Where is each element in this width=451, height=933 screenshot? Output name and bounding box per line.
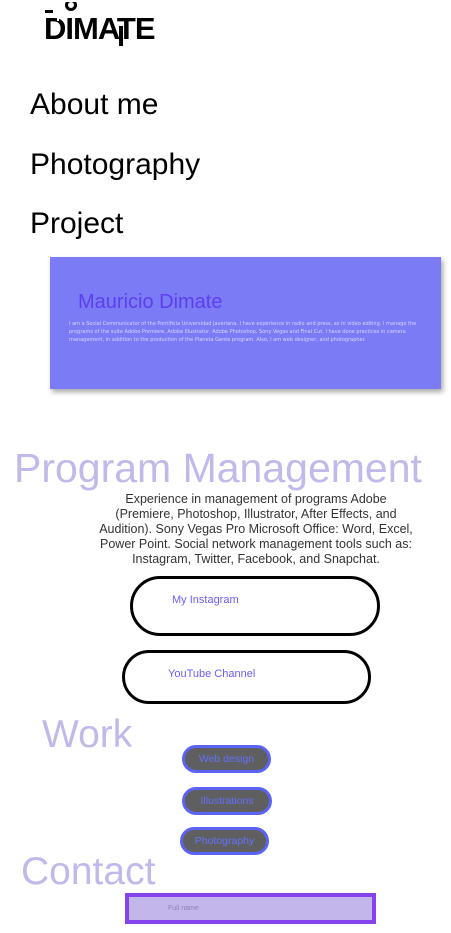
brand-logo[interactable]: DIMATE xyxy=(44,2,166,48)
youtube-link[interactable]: YouTube Channel xyxy=(122,650,371,704)
contact-title: Contact xyxy=(21,850,156,893)
instagram-link-label: My Instagram xyxy=(172,594,239,606)
illustrations-button[interactable]: Illustrations xyxy=(182,787,272,815)
nav-about-me[interactable]: About me xyxy=(30,88,158,122)
about-name: Mauricio Dimate xyxy=(78,291,223,313)
about-card: Mauricio Dimate I am a Social Communicat… xyxy=(50,257,441,389)
nav-photography[interactable]: Photography xyxy=(30,148,200,182)
about-bio: I am a Social Communicator of the Pontif… xyxy=(69,321,417,343)
program-management-title: Program Management xyxy=(14,445,422,491)
photography-button[interactable]: Photography xyxy=(180,827,269,855)
dimate-logo-mark: DIMATE xyxy=(44,2,156,46)
youtube-link-label: YouTube Channel xyxy=(168,668,256,680)
nav-project[interactable]: Project xyxy=(30,207,123,241)
web-design-button[interactable]: Web design xyxy=(182,745,271,773)
program-management-text: Experience in management of programs Ado… xyxy=(99,492,413,566)
work-title: Work xyxy=(42,713,133,756)
instagram-link[interactable]: My Instagram xyxy=(130,576,380,636)
full-name-input[interactable] xyxy=(125,893,376,924)
logo-wordmark: DIMATE xyxy=(44,11,155,46)
